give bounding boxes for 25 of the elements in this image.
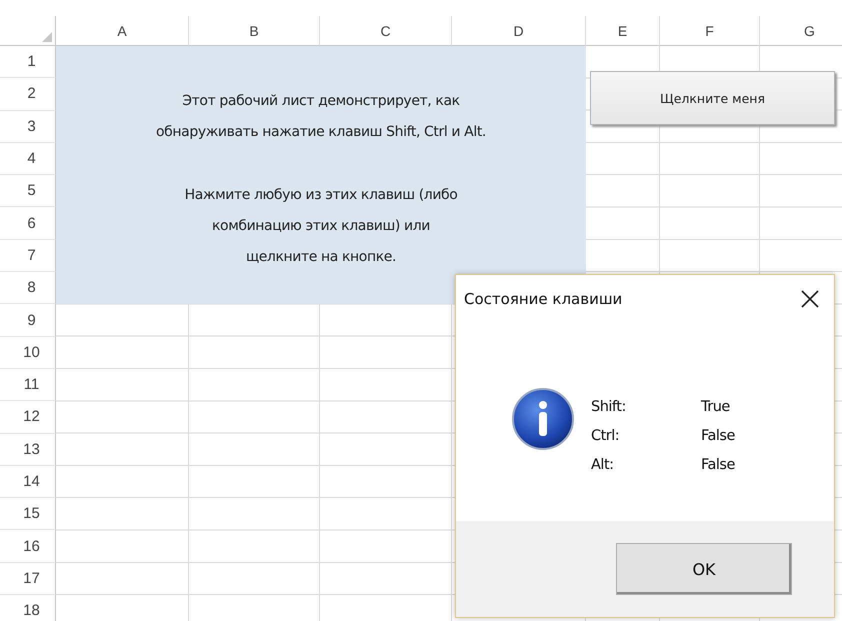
row-header[interactable]: 11 — [0, 368, 56, 402]
row-header[interactable]: 10 — [0, 336, 56, 369]
key-state: False — [701, 427, 735, 446]
click-me-button[interactable]: Щелкните меня — [590, 71, 835, 125]
key-label: Alt: — [591, 456, 615, 475]
note-paragraph: Нажмите любую из этих клавиш (либо комбинацию этих клавиш) или щелкните на кнопке. — [184, 186, 458, 267]
key-state: False — [701, 456, 735, 475]
row-header[interactable]: 14 — [0, 466, 56, 498]
row-header[interactable]: 15 — [0, 498, 56, 530]
row-header[interactable]: 16 — [0, 530, 56, 563]
key-label: Ctrl: — [591, 427, 620, 446]
row-header[interactable]: 9 — [0, 304, 56, 337]
row-header[interactable]: 13 — [0, 434, 56, 466]
row-header[interactable]: 17 — [0, 562, 56, 596]
info-icon — [511, 387, 575, 451]
ok-button[interactable]: OK — [616, 543, 792, 595]
column-header[interactable]: G — [760, 16, 842, 46]
row-header[interactable]: 12 — [0, 401, 56, 434]
key-label: Shift: — [591, 398, 627, 417]
note-paragraph: Этот рабочий лист демонстрирует, как обнаруживать нажатие клавиш Shift, Ctrl и Alt. — [156, 92, 486, 142]
column-header[interactable]: E — [586, 16, 660, 46]
column-header[interactable]: F — [660, 16, 760, 46]
key-state: True — [701, 398, 731, 417]
dialog-title: Состояние клавиши — [464, 290, 622, 308]
row-header[interactable]: 18 — [0, 595, 56, 621]
